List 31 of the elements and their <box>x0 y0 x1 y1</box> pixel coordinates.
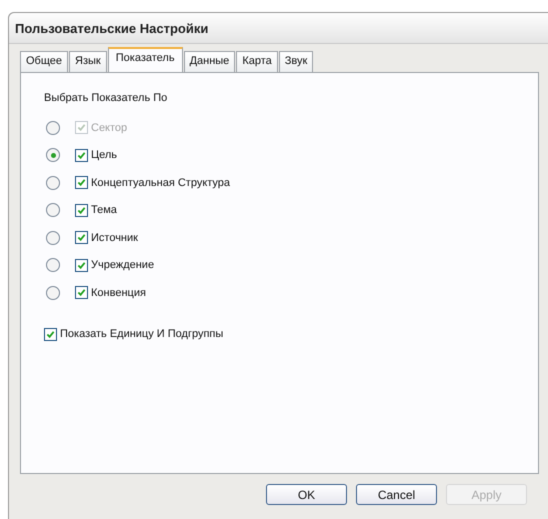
option-label: Цель <box>91 149 118 162</box>
checkbox[interactable] <box>75 286 88 300</box>
radio-button[interactable] <box>46 286 60 300</box>
option-label: Источник <box>91 232 138 244</box>
radio-button[interactable] <box>46 203 60 218</box>
tab[interactable]: Звук <box>278 51 314 72</box>
option-label: Сектор <box>91 122 128 134</box>
tab[interactable]: Данные <box>184 51 236 72</box>
tab[interactable]: Показатель <box>108 47 183 72</box>
radio-button[interactable] <box>46 176 60 190</box>
section-heading: Выбрать Показатель По <box>44 92 168 104</box>
radio-button[interactable] <box>46 148 60 162</box>
checkbox[interactable] <box>75 258 88 272</box>
tab[interactable]: Общее <box>20 51 68 72</box>
checkbox[interactable] <box>75 148 88 162</box>
checkbox[interactable] <box>75 204 88 217</box>
checkbox-label: Показать Единицу И Подгруппы <box>60 328 224 340</box>
window-title: Пользовательские Настройки <box>15 20 208 36</box>
option-label: Конвенция <box>91 286 146 299</box>
radio-button[interactable] <box>46 230 60 245</box>
radio-button[interactable] <box>46 258 60 272</box>
checkbox[interactable] <box>44 328 57 341</box>
option-label: Учреждение <box>91 259 154 272</box>
checkbox[interactable] <box>75 176 88 190</box>
option-label: Тема <box>91 204 117 216</box>
dialog-button[interactable]: OK <box>266 484 347 505</box>
checkbox[interactable] <box>75 231 88 244</box>
option-label: Концептуальная Структура <box>91 176 230 189</box>
dialog-button[interactable]: Cancel <box>356 484 437 505</box>
tab[interactable]: Карта <box>236 51 278 72</box>
tab[interactable]: Язык <box>69 51 107 72</box>
